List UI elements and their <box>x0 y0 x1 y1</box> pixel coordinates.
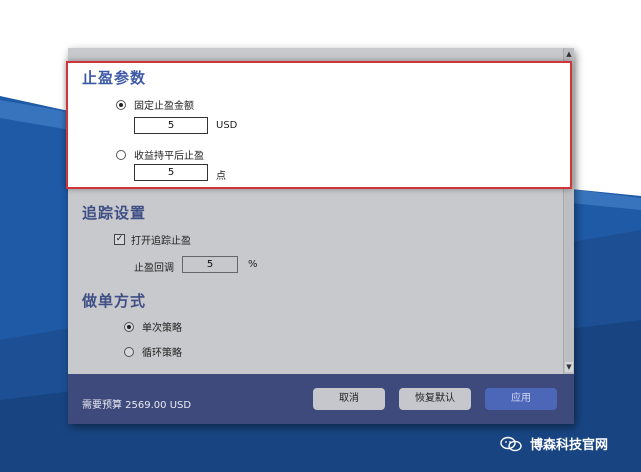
order-mode-single-label: 单次策略 <box>142 323 182 334</box>
trailing-pullback-input[interactable]: 5 <box>182 256 238 273</box>
breakeven-stop-profit-input[interactable]: 5 <box>134 164 208 181</box>
trailing-enable-row[interactable]: ✓ 打开追踪止盈 <box>114 232 191 247</box>
wechat-icon <box>500 436 522 451</box>
fixed-stop-profit-option[interactable]: 固定止盈金额 <box>116 97 194 112</box>
trailing-pullback-unit: % <box>248 259 258 270</box>
scroll-down-arrow-icon[interactable]: ▼ <box>565 362 573 372</box>
cancel-button[interactable]: 取消 <box>313 388 385 410</box>
fixed-stop-profit-input[interactable]: 5 <box>134 117 208 134</box>
fixed-stop-profit-unit: USD <box>216 120 238 131</box>
fixed-stop-profit-radio[interactable] <box>116 99 126 110</box>
scroll-up-arrow-icon[interactable]: ▲ <box>565 50 573 58</box>
order-mode-loop-option[interactable]: 循环策略 <box>124 344 182 359</box>
breakeven-stop-profit-option[interactable]: 收益持平后止盈 <box>116 147 204 162</box>
breakeven-stop-profit-radio[interactable] <box>116 149 126 160</box>
reset-default-button[interactable]: 恢复默认 <box>399 388 471 410</box>
stop-profit-section: 止盈参数 固定止盈金额 5 USD 收益持平后止盈 5 点 <box>66 61 572 189</box>
order-mode-single-radio[interactable] <box>124 321 134 332</box>
stop-profit-section-title: 止盈参数 <box>82 69 147 87</box>
watermark: 博森科技官网 <box>500 434 608 453</box>
dialog-footer: 需要预算 2569.00 USD 取消 恢复默认 应用 <box>68 374 574 424</box>
order-mode-loop-label: 循环策略 <box>142 348 182 359</box>
trailing-enable-label: 打开追踪止盈 <box>131 236 191 247</box>
budget-text: 需要预算 2569.00 USD <box>82 400 192 411</box>
order-mode-section-title: 做单方式 <box>82 292 147 310</box>
order-mode-loop-radio[interactable] <box>124 346 134 357</box>
fixed-stop-profit-label: 固定止盈金额 <box>134 101 194 112</box>
order-mode-single-option[interactable]: 单次策略 <box>124 319 182 334</box>
trailing-pullback-label: 止盈回调 <box>134 263 174 274</box>
trailing-section-title: 追踪设置 <box>82 204 147 222</box>
trailing-enable-checkbox[interactable]: ✓ <box>114 234 125 245</box>
breakeven-stop-profit-unit: 点 <box>216 171 226 182</box>
watermark-text: 博森科技官网 <box>530 438 609 453</box>
apply-button[interactable]: 应用 <box>485 388 557 410</box>
breakeven-stop-profit-label: 收益持平后止盈 <box>134 151 204 162</box>
